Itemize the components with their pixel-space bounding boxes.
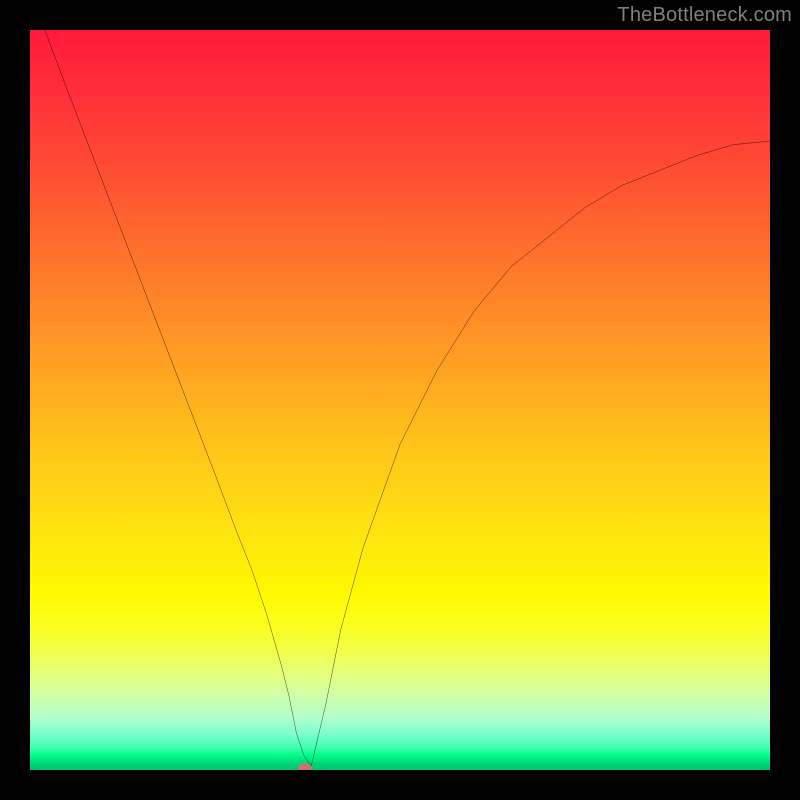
- watermark-text: TheBottleneck.com: [617, 4, 792, 27]
- chart-frame: TheBottleneck.com: [0, 0, 800, 800]
- plot-area: [30, 30, 770, 770]
- bottleneck-curve: [30, 30, 770, 770]
- optimal-point-marker: [298, 763, 312, 770]
